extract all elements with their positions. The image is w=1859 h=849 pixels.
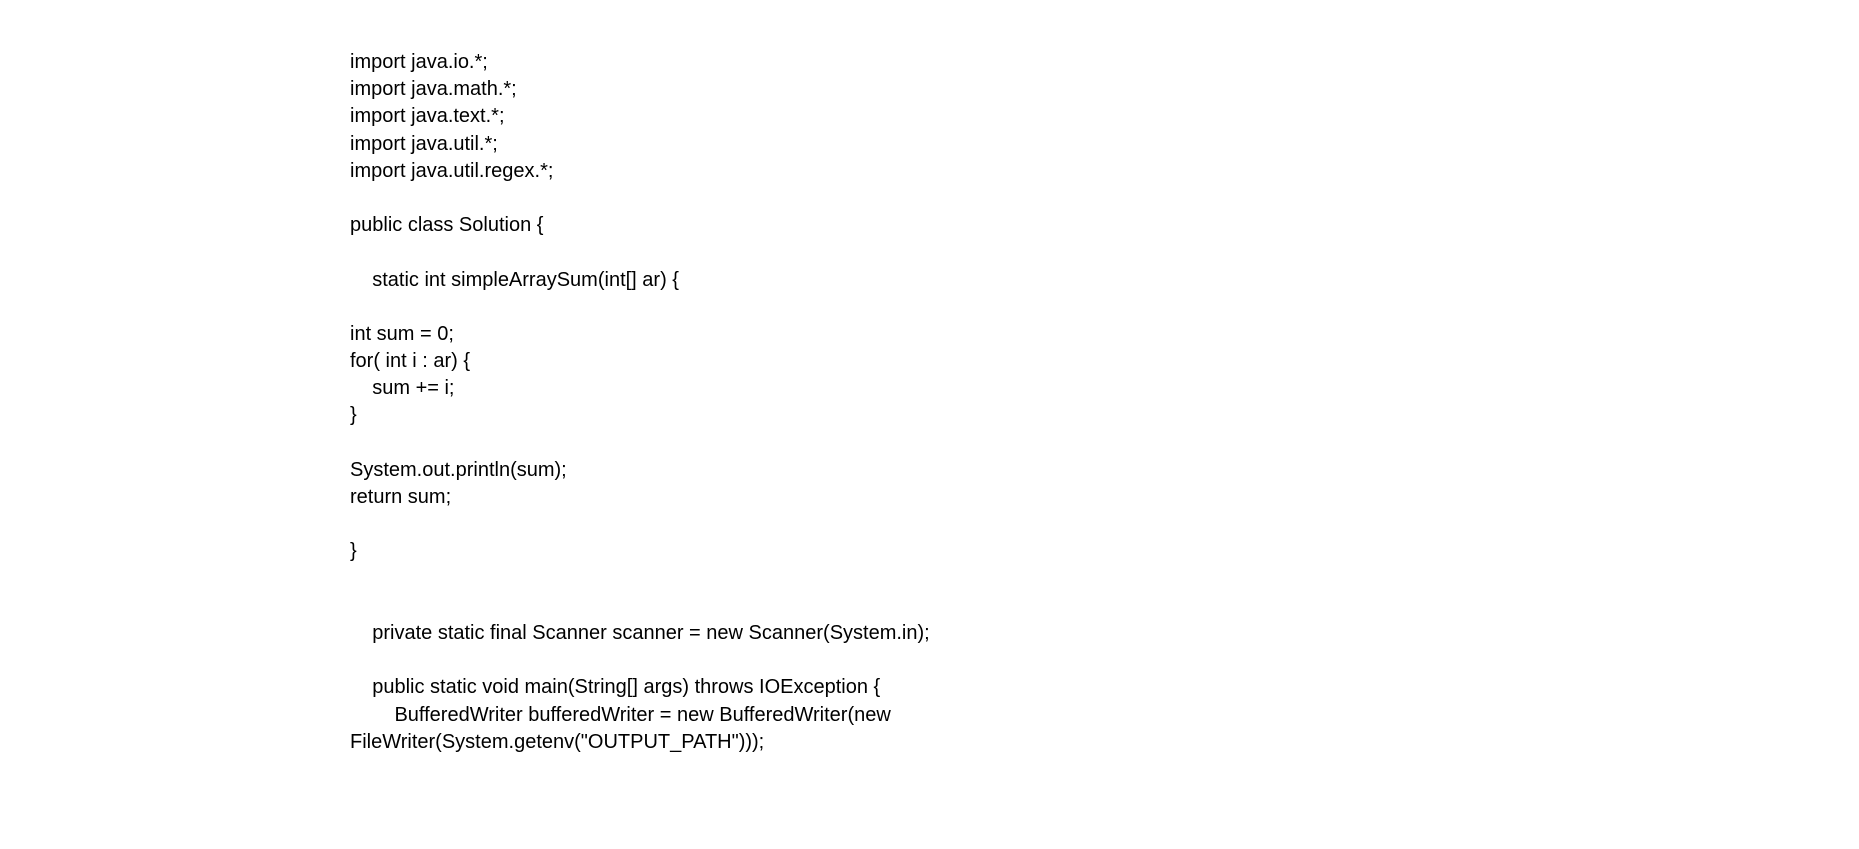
document-page: import java.io.*; import java.math.*; impo…: [0, 0, 1859, 849]
code-line: BufferedWriter bufferedWriter = new Buff…: [350, 703, 891, 726]
code-line: }: [350, 540, 357, 563]
code-line: sum += i;: [350, 377, 455, 400]
code-line: System.out.println(sum);: [350, 458, 567, 481]
code-line: import java.util.*;: [350, 132, 498, 155]
code-line: private static final Scanner scanner = n…: [350, 621, 930, 644]
code-line: import java.text.*;: [350, 105, 505, 128]
code-line: public class Solution {: [350, 214, 544, 237]
code-line: return sum;: [350, 486, 452, 508]
code-line: FileWriter(System.getenv("OUTPUT_PATH"))…: [350, 730, 765, 753]
code-line: }: [350, 404, 357, 427]
code-line: import java.math.*;: [350, 78, 517, 101]
code-line: int sum = 0;: [350, 322, 454, 345]
code-text-block: import java.io.*; import java.math.*; impo…: [350, 49, 930, 756]
code-line: static int simpleArraySum(int[] ar) {: [350, 268, 679, 291]
code-line: import java.util.regex.*;: [350, 159, 554, 182]
code-line: for( int i : ar) {: [350, 350, 471, 373]
code-line: import java.io.*;: [350, 51, 488, 73]
code-line: public static void main(String[] args) t…: [350, 676, 881, 699]
